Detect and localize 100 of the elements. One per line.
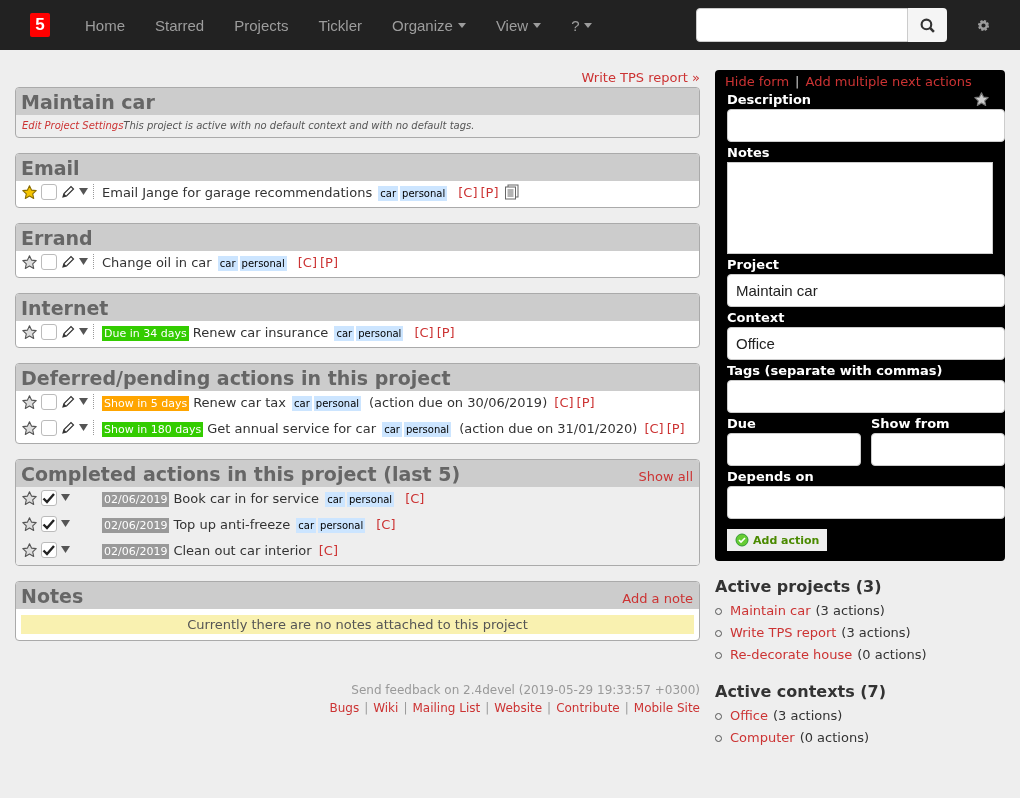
pencil-icon[interactable] — [61, 185, 75, 199]
checkbox[interactable] — [41, 184, 57, 200]
drag-handle-icon[interactable] — [92, 254, 95, 270]
tag-label[interactable]: car — [325, 492, 345, 507]
checkbox[interactable] — [41, 542, 57, 558]
caret-icon[interactable] — [79, 424, 88, 432]
action-link[interactable]: [C] — [405, 491, 425, 506]
action-link[interactable]: [P] — [436, 325, 455, 340]
edit-project-link[interactable]: Edit Project Settings — [22, 120, 124, 131]
caret-icon[interactable] — [79, 258, 88, 266]
caret-icon[interactable] — [79, 398, 88, 406]
nav-link[interactable]: View — [480, 0, 557, 50]
text-field[interactable]: Maintain car — [727, 274, 1005, 307]
footer-link[interactable]: Contribute — [556, 699, 620, 717]
tag-label[interactable]: car — [334, 326, 355, 341]
tag-label[interactable]: car — [217, 256, 238, 271]
search-button[interactable] — [908, 8, 947, 42]
star-icon[interactable] — [22, 490, 37, 506]
list-link[interactable]: Re-decorate house — [730, 644, 853, 666]
next-project-link[interactable]: Write TPS report » — [581, 70, 700, 85]
list-link[interactable]: Maintain car — [730, 600, 811, 622]
action-link[interactable]: [P] — [480, 185, 499, 200]
star-icon[interactable] — [22, 324, 37, 340]
action-link[interactable]: [C] — [297, 255, 317, 270]
nav-link[interactable]: Starred — [140, 0, 220, 50]
action-link[interactable]: [P] — [319, 255, 338, 270]
footer-link[interactable]: Mailing List — [412, 699, 481, 717]
pencil-icon[interactable] — [61, 325, 75, 339]
checkbox[interactable] — [41, 324, 57, 340]
tag-label[interactable]: car — [382, 422, 402, 437]
list-link[interactable]: Office — [730, 705, 768, 727]
add-action-button[interactable]: Add action — [727, 529, 828, 551]
pencil-icon[interactable] — [61, 395, 75, 409]
tag-label[interactable]: personal — [318, 518, 366, 533]
form-link[interactable]: Hide form — [725, 74, 790, 89]
action-link[interactable]: [C] — [318, 543, 339, 558]
tag-label[interactable]: personal — [400, 186, 448, 201]
filled-star-icon[interactable] — [22, 184, 37, 200]
action-link[interactable]: [C] — [414, 325, 434, 340]
checkbox[interactable] — [41, 394, 57, 410]
search-field[interactable] — [696, 8, 908, 42]
star-icon[interactable] — [22, 394, 37, 410]
nav-link[interactable]: ? — [556, 0, 608, 50]
action-link[interactable]: [P] — [576, 395, 595, 410]
drag-handle-icon[interactable] — [92, 394, 95, 410]
drag-handle-icon[interactable] — [92, 324, 95, 340]
star-icon[interactable] — [22, 516, 37, 532]
nav-link[interactable]: Organize — [377, 0, 481, 50]
tag-label[interactable]: car — [292, 396, 312, 411]
form-link[interactable]: Add multiple next actions — [805, 74, 972, 89]
nav-link[interactable]: Tickler — [303, 0, 377, 50]
action-link[interactable]: [C] — [554, 395, 574, 410]
settings-icon[interactable] — [977, 18, 990, 32]
drag-handle-icon[interactable] — [92, 184, 95, 200]
tag-label[interactable]: personal — [313, 396, 362, 411]
app-logo[interactable]: 5 — [30, 13, 50, 37]
star-icon[interactable] — [22, 542, 37, 558]
tag-label[interactable]: personal — [346, 492, 395, 507]
checkbox[interactable] — [41, 490, 57, 506]
tag-label[interactable]: car — [378, 186, 399, 201]
nav-link[interactable]: Home — [70, 0, 140, 50]
notes-field[interactable] — [727, 162, 993, 254]
tag-label[interactable]: personal — [356, 326, 404, 341]
checkbox[interactable] — [41, 420, 57, 436]
pencil-icon[interactable] — [61, 255, 75, 269]
caret-icon[interactable] — [61, 520, 70, 528]
star-icon[interactable] — [22, 420, 37, 436]
star-icon[interactable] — [974, 92, 989, 107]
tag-label[interactable]: car — [296, 518, 317, 533]
footer-link[interactable]: Wiki — [373, 699, 399, 717]
date-field[interactable] — [727, 433, 861, 466]
action-link[interactable]: [C] — [376, 517, 396, 532]
action-link[interactable]: [P] — [666, 421, 685, 436]
checkbox[interactable] — [41, 254, 57, 270]
checkbox[interactable] — [41, 516, 57, 532]
tag-label[interactable]: personal — [239, 256, 287, 271]
drag-handle-icon[interactable] — [92, 420, 95, 436]
caret-icon[interactable] — [61, 546, 70, 554]
text-field[interactable] — [727, 109, 1005, 142]
notes-icon[interactable] — [504, 184, 521, 200]
show-all-link[interactable]: Show all — [638, 469, 693, 484]
footer-link[interactable]: Mobile Site — [633, 699, 700, 717]
pencil-icon[interactable] — [61, 421, 75, 435]
list-link[interactable]: Write TPS report — [730, 622, 837, 644]
caret-icon[interactable] — [79, 188, 88, 196]
text-field[interactable]: Office — [727, 327, 1005, 360]
action-link[interactable]: [C] — [458, 185, 478, 200]
add-note-link[interactable]: Add a note — [622, 591, 693, 606]
caret-icon[interactable] — [61, 494, 70, 502]
footer-link[interactable]: Website — [494, 699, 543, 717]
date-field[interactable] — [871, 433, 1005, 466]
text-field[interactable] — [727, 380, 1005, 413]
list-link[interactable]: Computer — [730, 727, 795, 749]
tag-label[interactable]: personal — [403, 422, 452, 437]
caret-icon[interactable] — [79, 328, 88, 336]
action-link[interactable]: [C] — [644, 421, 664, 436]
footer-link[interactable]: Bugs — [329, 699, 360, 717]
text-field[interactable] — [727, 486, 1005, 519]
nav-link[interactable]: Projects — [219, 0, 304, 50]
star-icon[interactable] — [22, 254, 37, 270]
